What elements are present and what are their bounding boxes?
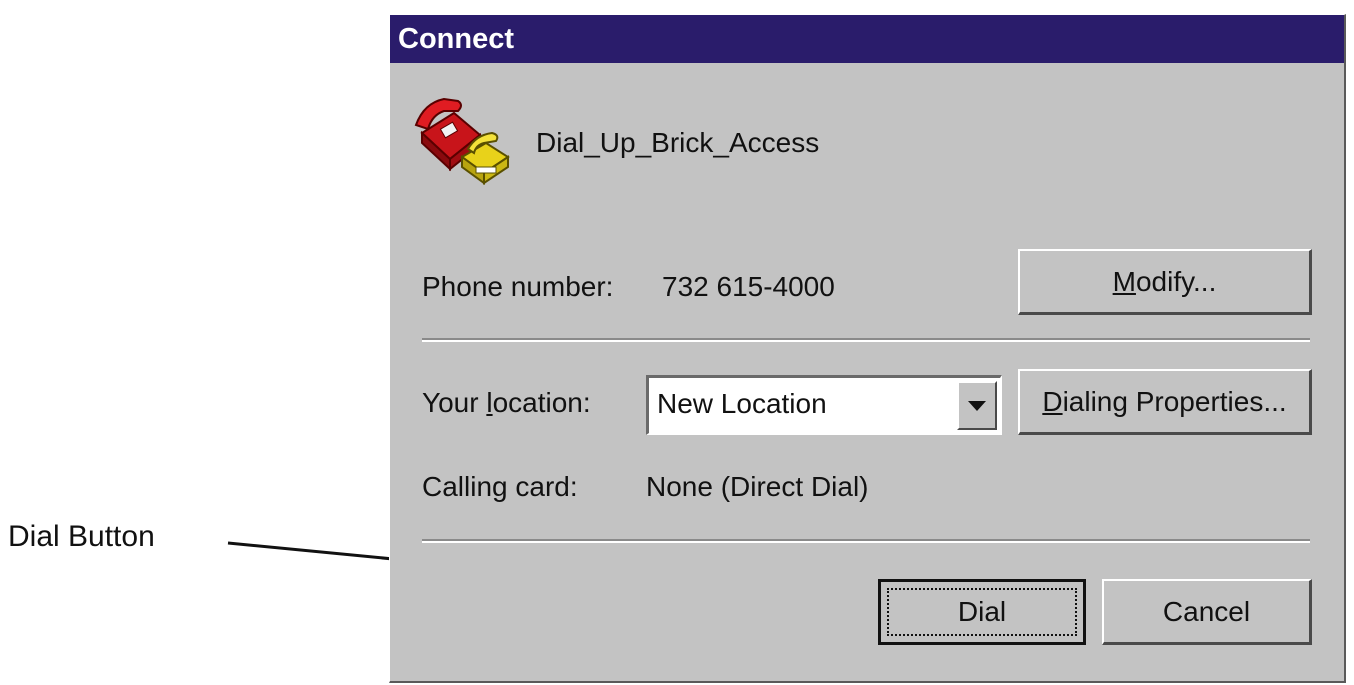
dial-button-label: Dial (957, 596, 1007, 627)
location-dropdown-button[interactable] (957, 381, 997, 430)
dialing-properties-button[interactable]: Dialing Properties... (1018, 369, 1312, 435)
separator-top (422, 338, 1310, 342)
phone-number-label: Phone number: (422, 271, 614, 302)
location-select[interactable]: New Location (646, 375, 1002, 435)
modify-label: odify... (1135, 265, 1217, 297)
telephone-icon (414, 97, 510, 185)
dialing-properties-label: ialing Properties... (1062, 385, 1287, 417)
screen: Dial Button Connect Dial_Up_Brick_Access… (0, 0, 1354, 685)
chevron-down-icon (968, 400, 986, 411)
cancel-button-label: Cancel (1162, 595, 1251, 627)
location-select-value: New Location (657, 388, 827, 419)
dialing-properties-mnemonic: D (1042, 385, 1063, 417)
connect-dialog: Connect Dial_Up_Brick_Access Phone numbe… (389, 14, 1346, 683)
cancel-button[interactable]: Cancel (1102, 579, 1312, 645)
callout-label: Dial Button (8, 520, 155, 553)
modify-button[interactable]: Modify... (1018, 249, 1312, 315)
separator-bottom (422, 539, 1310, 543)
dial-button-focus: Dial (887, 588, 1077, 636)
dial-button[interactable]: Dial (878, 579, 1086, 645)
calling-card-value: None (Direct Dial) (646, 471, 869, 502)
connection-name: Dial_Up_Brick_Access (536, 127, 820, 158)
location-label: Your location: (422, 387, 591, 419)
calling-card-label: Calling card: (422, 471, 578, 502)
location-label-post: ocation: (492, 387, 591, 418)
phone-number-value: 732 615-4000 (662, 271, 835, 302)
location-label-pre: Your (422, 387, 487, 418)
modify-mnemonic: M (1112, 265, 1136, 297)
dialog-titlebar[interactable]: Connect (390, 15, 1344, 63)
